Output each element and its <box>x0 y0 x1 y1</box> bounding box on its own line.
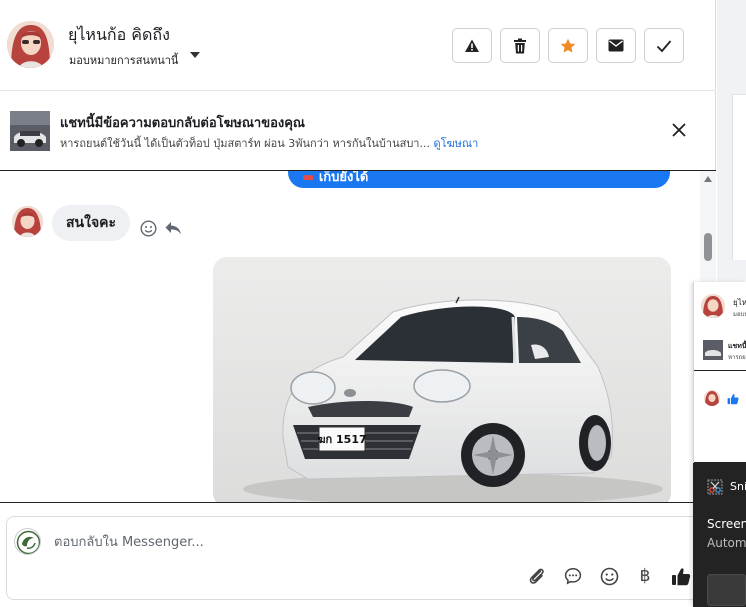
conversation-panel: ยุไหนก้อ คิดถึง มอบหมายการสนทนานี้ แชทนี… <box>0 0 716 607</box>
messenger-inbox: ยุไหนก้อ คิดถึง มอบหมายการสนทนานี้ แชทนี… <box>0 0 746 607</box>
background-panel <box>732 94 746 260</box>
mini-assign-label: มอบห <box>733 311 746 318</box>
reply-input[interactable] <box>54 532 454 552</box>
mini-sender-avatar <box>704 390 720 406</box>
thumbs-up-icon <box>672 567 691 585</box>
delete-button[interactable] <box>500 28 540 63</box>
toast-title: Screen <box>707 517 746 531</box>
trash-icon <box>514 38 526 53</box>
toast-action-button[interactable] <box>707 574 746 606</box>
contact-name[interactable]: ยุไหนก้อ คิดถึง <box>68 23 170 48</box>
outgoing-message-bubble: ▬ เก็บยังได้ <box>288 171 670 188</box>
license-plate-text: ฆก 1517 <box>317 433 366 446</box>
ad-banner-description: หารถยนต์ใช้วันนี้ ได้เป็นตัวท็อป ปุ่มสตา… <box>60 134 478 152</box>
payment-baht-button[interactable]: ฿ <box>634 565 656 587</box>
mini-like-icon <box>727 390 739 409</box>
incoming-message-bubble: สนใจคะ <box>52 205 131 241</box>
mini-ad-description: หารถย <box>728 354 746 361</box>
mini-ad-thumbnail <box>703 340 723 360</box>
baht-icon: ฿ <box>639 566 651 586</box>
conversation-header: ยุไหนก้อ คิดถึง มอบหมายการสนทนานี้ <box>0 0 716 91</box>
mark-spam-button[interactable] <box>452 28 492 63</box>
paperclip-icon <box>529 568 544 584</box>
saved-replies-button[interactable] <box>562 565 584 587</box>
ad-description-text: หารถยนต์ใช้วันนี้ ได้เป็นตัวท็อป ปุ่มสตา… <box>60 137 430 150</box>
warning-icon <box>465 39 479 52</box>
star-icon <box>560 38 576 53</box>
mark-done-button[interactable] <box>644 28 684 63</box>
mark-unread-button[interactable] <box>596 28 636 63</box>
emoji-button[interactable] <box>598 565 620 587</box>
mini-divider <box>694 370 746 371</box>
snipping-tool-icon <box>707 479 723 499</box>
message-thread: ▬ เก็บยังได้ สนใจคะ ฆก 1517 <box>0 171 716 503</box>
reply-composer <box>6 516 706 600</box>
scroll-up-arrow-icon[interactable] <box>704 176 712 182</box>
ad-context-banner: แชทนี้มีข้อความตอบกลับต่อโฆษณาของคุณ หาร… <box>0 91 716 171</box>
react-button[interactable] <box>140 220 157 241</box>
scrollbar-thumb[interactable] <box>704 233 712 261</box>
smiley-icon <box>140 220 157 237</box>
check-icon <box>656 39 672 52</box>
outgoing-message-text: เก็บยังได้ <box>318 171 369 185</box>
page-logo-avatar <box>14 528 41 555</box>
mini-ad-title: แชทนี้ <box>728 342 746 350</box>
toast-body: Autom <box>707 536 746 550</box>
sender-avatar[interactable] <box>12 206 43 237</box>
reply-arrow-icon <box>165 222 181 235</box>
ad-banner-title: แชทนี้มีข้อความตอบกลับต่อโฆษณาของคุณ <box>60 116 305 131</box>
contact-avatar[interactable] <box>7 21 54 68</box>
close-banner-button[interactable] <box>670 121 688 143</box>
view-ad-link[interactable]: ดูโฆษณา <box>433 137 478 150</box>
car-emoji-icon: ▬ <box>302 171 319 185</box>
car-photo-attachment[interactable]: ฆก 1517 <box>213 257 671 502</box>
close-icon <box>672 123 686 137</box>
envelope-icon <box>608 39 624 52</box>
mini-contact-name: ยุไห <box>733 298 746 307</box>
toast-app-name: Sni <box>730 480 746 493</box>
reply-button[interactable] <box>164 220 182 240</box>
assign-conversation-label[interactable]: มอบหมายการสนทนานี้ <box>69 51 178 69</box>
like-button[interactable] <box>670 565 692 587</box>
star-button[interactable] <box>548 28 588 63</box>
ad-thumbnail[interactable] <box>10 111 50 151</box>
smiley-icon <box>600 567 618 585</box>
attach-button[interactable] <box>526 565 548 587</box>
chat-bubble-icon <box>564 568 582 585</box>
mini-contact-avatar[interactable] <box>701 294 725 318</box>
caret-down-icon[interactable] <box>190 52 200 58</box>
